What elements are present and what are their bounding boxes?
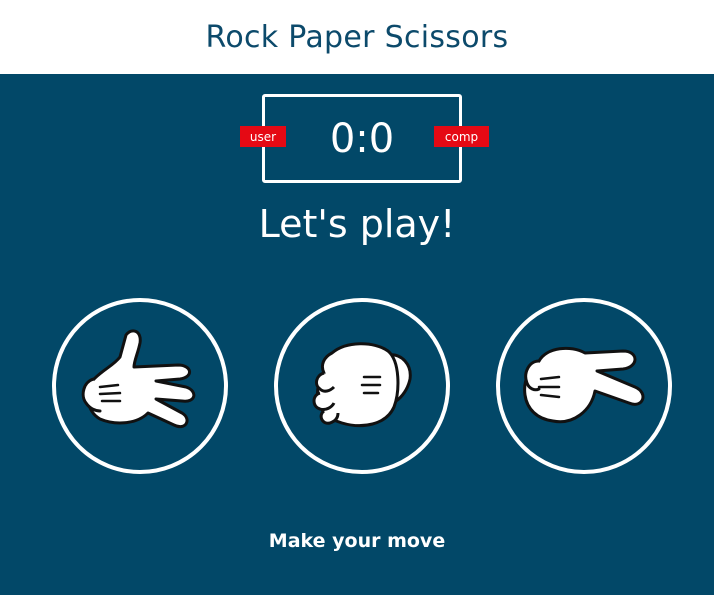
rock-fist-icon	[312, 342, 412, 428]
comp-badge: comp	[434, 126, 489, 147]
instruction-text: Make your move	[268, 530, 446, 552]
paper-choice-button[interactable]	[52, 298, 228, 474]
rock-choice-button[interactable]	[274, 298, 450, 474]
scoreboard: 0:0	[262, 94, 462, 183]
score-display: 0:0	[329, 115, 395, 162]
scissors-choice-button[interactable]	[496, 298, 672, 474]
result-message: Let's play!	[258, 202, 456, 246]
page-title: Rock Paper Scissors	[205, 19, 509, 55]
paper-hand-icon	[81, 329, 196, 428]
app-header: Rock Paper Scissors	[0, 0, 714, 74]
game-area: 0:0 user comp Let's play! Make your move	[0, 74, 714, 595]
scissors-hand-icon	[523, 346, 645, 424]
user-badge: user	[240, 126, 286, 147]
